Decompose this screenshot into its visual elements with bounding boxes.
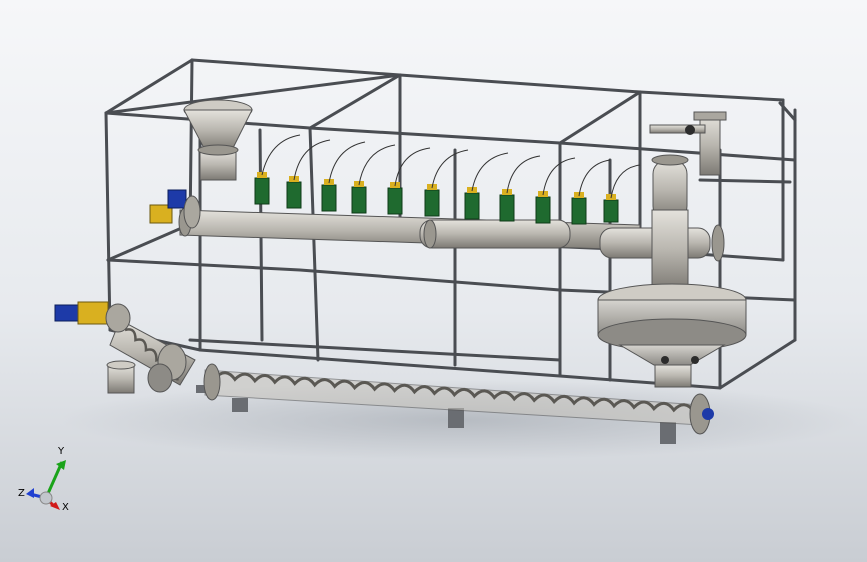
y-axis-label: Y [57, 446, 65, 457]
drive-motor-upper[interactable] [149, 189, 201, 229]
valve-actuator[interactable] [387, 182, 403, 215]
drive-motor-left[interactable] [54, 301, 131, 333]
valve-actuator[interactable] [321, 179, 337, 212]
valve-actuator[interactable] [499, 189, 515, 222]
valve-actuator[interactable] [424, 184, 440, 217]
cad-viewport[interactable]: Y Z X [0, 0, 867, 562]
feed-hopper[interactable] [183, 99, 253, 181]
valve-actuator[interactable] [286, 176, 302, 209]
x-axis-label: X [62, 502, 69, 512]
valve-actuator[interactable] [535, 191, 551, 224]
valve-actuator[interactable] [464, 187, 480, 220]
separator-tank[interactable] [597, 283, 747, 388]
valve-actuator[interactable] [571, 192, 587, 225]
triad-origin-icon [39, 491, 53, 505]
model-canvas[interactable] [0, 0, 867, 562]
distribution-manifold[interactable] [178, 207, 641, 251]
z-axis-label: Z [18, 488, 25, 499]
z-axis-arrow-icon [26, 488, 34, 498]
discharge-pot[interactable] [106, 360, 136, 394]
valve-actuator[interactable] [254, 172, 270, 205]
valve-actuator[interactable] [351, 181, 367, 214]
coordinate-triad: Y Z X [18, 446, 69, 512]
valve-actuator[interactable] [603, 194, 619, 223]
